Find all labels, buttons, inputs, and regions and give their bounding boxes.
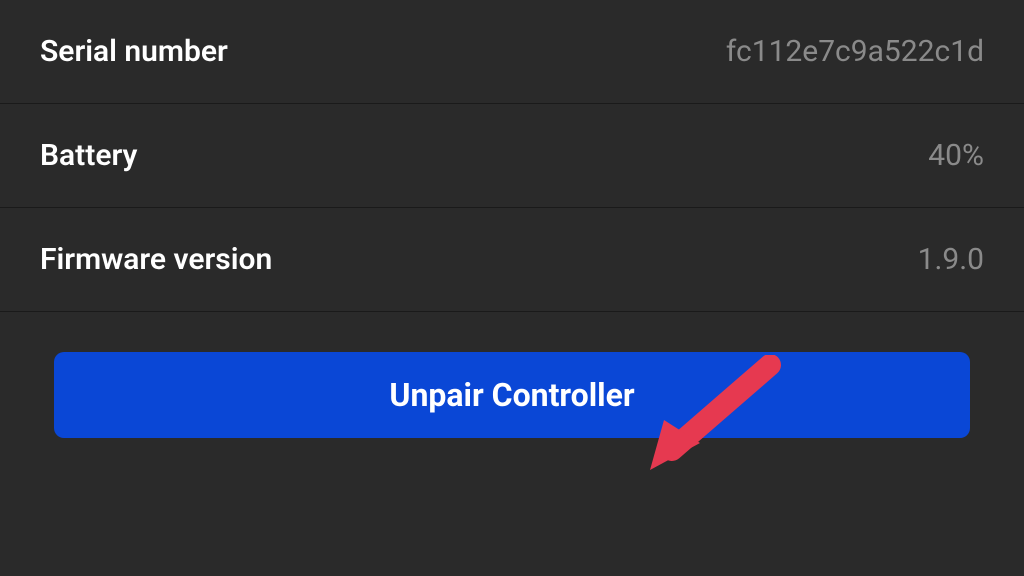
serial-number-value: fc112e7c9a522c1d bbox=[726, 34, 984, 69]
firmware-row: Firmware version 1.9.0 bbox=[0, 208, 1024, 312]
firmware-label: Firmware version bbox=[40, 242, 272, 277]
battery-row: Battery 40% bbox=[0, 104, 1024, 208]
battery-label: Battery bbox=[40, 138, 137, 173]
serial-number-label: Serial number bbox=[40, 34, 228, 69]
unpair-controller-button[interactable]: Unpair Controller bbox=[54, 352, 970, 438]
serial-number-row: Serial number fc112e7c9a522c1d bbox=[0, 0, 1024, 104]
button-container: Unpair Controller bbox=[0, 312, 1024, 468]
firmware-value: 1.9.0 bbox=[918, 242, 984, 277]
battery-value: 40% bbox=[928, 138, 984, 173]
